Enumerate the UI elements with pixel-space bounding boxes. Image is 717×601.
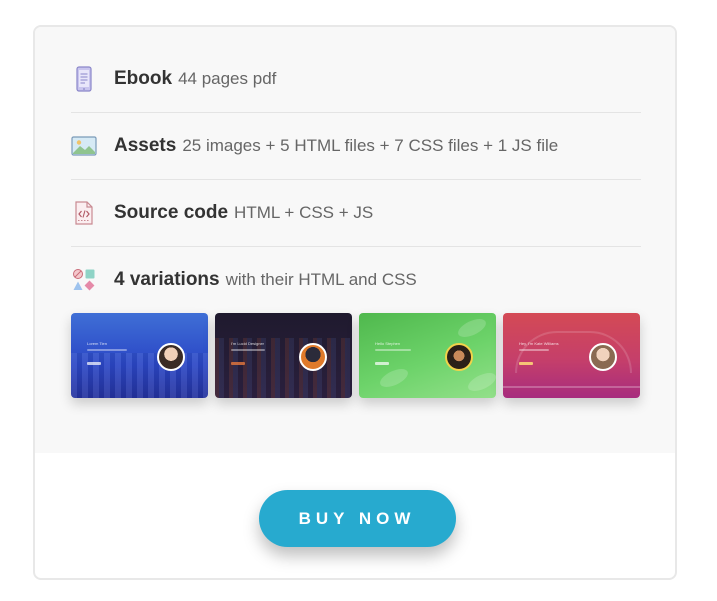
include-item-source-code: Source code HTML + CSS + JS (71, 180, 641, 247)
include-item-variations: 4 variations with their HTML and CSS (71, 247, 641, 313)
image-assets-icon (71, 133, 97, 159)
thumbnail-title: Lorem Tien (87, 341, 108, 346)
include-label: Ebook (114, 68, 173, 89)
thumbnail-button (375, 362, 389, 365)
avatar (299, 343, 327, 371)
variation-thumbnail-3[interactable]: Hello Stephen (359, 313, 496, 398)
thumbnail-title: Hey, I'm Kate Williams (519, 341, 559, 346)
leaf-graphic (377, 365, 411, 391)
include-label: 4 variations (114, 269, 220, 290)
avatar (157, 343, 185, 371)
thumbnail-text-line (375, 349, 411, 351)
include-desc: with their HTML and CSS (225, 270, 417, 289)
include-item-ebook: Ebook 44 pages pdf (71, 46, 641, 113)
thumbnail-button (87, 362, 101, 365)
include-desc: HTML + CSS + JS (234, 203, 374, 222)
city-skyline-graphic (71, 353, 208, 398)
leaf-graphic (465, 369, 496, 395)
ebook-phone-icon (71, 66, 97, 92)
product-card: Ebook 44 pages pdf Assets 25 images + 5 … (33, 25, 677, 580)
thumbnail-button (519, 362, 533, 365)
bridge-graphic (503, 386, 640, 388)
include-desc: 25 images + 5 HTML files + 7 CSS files +… (182, 136, 559, 155)
thumbnail-title: I'm Lucid Designer (231, 341, 264, 346)
include-label: Source code (114, 202, 229, 223)
buy-now-button[interactable]: BUY NOW (259, 490, 456, 547)
avatar (445, 343, 473, 371)
avatar (589, 343, 617, 371)
leaf-graphic (455, 315, 489, 341)
thumbnail-title: Hello Stephen (375, 341, 401, 346)
thumbnail-button (231, 362, 245, 365)
variation-thumbnail-2[interactable]: I'm Lucid Designer (215, 313, 352, 398)
shapes-icon (71, 267, 97, 293)
thumbnail-text-line (519, 349, 549, 351)
include-label: Assets (114, 135, 177, 156)
thumbnail-text-line (87, 349, 127, 351)
variation-thumbnail-1[interactable]: Lorem Tien (71, 313, 208, 398)
include-item-assets: Assets 25 images + 5 HTML files + 7 CSS … (71, 113, 641, 180)
include-desc: 44 pages pdf (178, 69, 277, 88)
includes-panel: Ebook 44 pages pdf Assets 25 images + 5 … (35, 27, 675, 453)
variation-thumbnails: Lorem Tien I'm Lucid Designer Hello Step… (71, 313, 641, 399)
city-night-graphic (215, 338, 352, 398)
thumbnail-text-line (231, 349, 265, 351)
variation-thumbnail-4[interactable]: Hey, I'm Kate Williams (503, 313, 640, 398)
code-file-icon (71, 200, 97, 226)
